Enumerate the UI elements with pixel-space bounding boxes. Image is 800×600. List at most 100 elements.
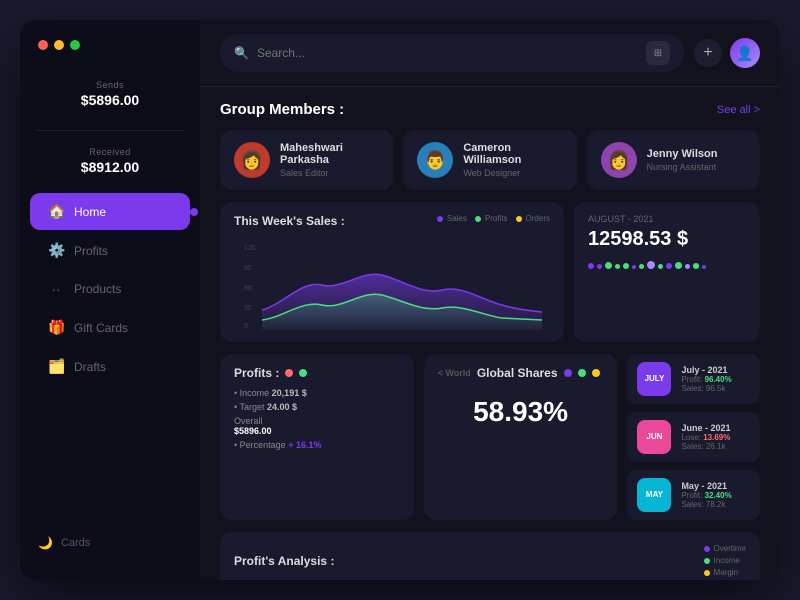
fullscreen-dot[interactable] [70, 40, 80, 50]
header: 🔍 ⊞ + 👤 [200, 20, 780, 87]
nav-items: 🏠 Home⚙️ Profits·· Products🎁 Gift Cards🗂… [20, 191, 200, 387]
charts-row: This Week's Sales : Sales Profits Orders… [220, 202, 760, 342]
sales-svg: 120 90 60 30 0 [234, 240, 550, 330]
sidebar-item-drafts[interactable]: 🗂️ Drafts [30, 348, 190, 385]
month-card-1: JUN June - 2021 Lose: 13.69% Sales: 26.1… [627, 412, 760, 462]
month-card-0: JULY July - 2021 Profit: 96.40% Sales: 9… [627, 354, 760, 404]
profit-item-pct: • Percentage + 16.1% [234, 440, 400, 450]
month-card-2: MAY May - 2021 Profit: 32.40% Sales: 78.… [627, 470, 760, 520]
month-abbr-1: JUN [646, 432, 662, 442]
add-button[interactable]: + [694, 39, 722, 67]
month-badge-2: MAY [637, 478, 671, 512]
member-role-2: Nursing Assistant [647, 162, 718, 172]
stat-dot-2 [605, 262, 612, 269]
profit-dot-green [299, 369, 307, 377]
stat-dot-11 [685, 264, 690, 269]
stat-dot-4 [623, 263, 629, 269]
svg-text:60: 60 [244, 285, 252, 292]
member-card-0: 👩 Maheshwari Parkasha Sales Editor [220, 130, 393, 190]
global-shares-title: < World Global Shares [438, 366, 604, 380]
sidebar-bottom: 🌙 Cards [20, 526, 200, 560]
month-badge-1: JUN [637, 420, 671, 454]
legend-item-sales: Sales [437, 214, 467, 223]
content-area: Group Members : See all > 👩 Maheshwari P… [200, 87, 780, 580]
svg-text:90: 90 [244, 265, 252, 272]
member-card-1: 👨 Cameron Williamson Web Designer [403, 130, 576, 190]
sidebar-item-profits[interactable]: ⚙️ Profits [30, 232, 190, 269]
member-avatar-1: 👨 [417, 142, 453, 178]
legend-item-profits: Profits [475, 214, 508, 223]
sidebar-cards-label: Cards [61, 537, 90, 549]
analysis-legend-overtime: Overtime [704, 544, 746, 553]
member-name-0: Maheshwari Parkasha [280, 142, 379, 166]
month-info-0: July - 2021 Profit: 96.40% Sales: 96.5k [681, 365, 750, 393]
legend-label: Sales [447, 214, 467, 223]
member-avatar-0: 👩 [234, 142, 270, 178]
stat-dot-10 [675, 262, 682, 269]
profit-overall: Overall$5896.00 [234, 416, 297, 436]
analysis-card: Profit's Analysis : Overtime Income Marg… [220, 532, 760, 580]
products-icon: ·· [48, 281, 64, 297]
month-abbr-0: JULY [645, 374, 665, 384]
avatar[interactable]: 👤 [730, 38, 760, 68]
month-info-2: May - 2021 Profit: 32.40% Sales: 78.2k [681, 481, 750, 509]
sidebar-item-label-gift-cards: Gift Cards [74, 321, 128, 335]
member-info-1: Cameron Williamson Web Designer [463, 142, 562, 178]
stat-dot-6 [639, 264, 644, 269]
analysis-legend-margin: Margin [704, 568, 746, 577]
close-dot[interactable] [38, 40, 48, 50]
member-info-2: Jenny Wilson Nursing Assistant [647, 148, 718, 172]
middle-row: Profits : • Income 20,191 $ • Target 24.… [220, 354, 760, 520]
sidebar-item-home[interactable]: 🏠 Home [30, 193, 190, 230]
stat-dot-0 [588, 263, 594, 269]
stat-dot-5 [632, 265, 636, 269]
legend-item-orders: Orders [516, 214, 550, 223]
search-bar: 🔍 ⊞ [220, 34, 684, 72]
minimize-dot[interactable] [54, 40, 64, 50]
profit-item-target: • Target 24.00 $ Overall$5896.00 [234, 402, 400, 436]
analysis-legend: Overtime Income Margin [704, 544, 746, 577]
profit-item-income: • Income 20,191 $ [234, 388, 400, 398]
received-stat: Received $8912.00 [20, 137, 200, 185]
profit-items: • Income 20,191 $ • Target 24.00 $ Overa… [234, 388, 400, 450]
chart-legend: Sales Profits Orders [437, 214, 550, 223]
member-role-1: Web Designer [463, 168, 562, 178]
analysis-title: Profit's Analysis : [234, 554, 334, 568]
grid-icon[interactable]: ⊞ [646, 41, 670, 65]
stat-dot-12 [693, 263, 699, 269]
month-year-2: May - 2021 [681, 481, 750, 491]
month-detail-2: Profit: 32.40% Sales: 78.2k [681, 491, 750, 509]
legend-label: Orders [526, 214, 550, 223]
member-name-1: Cameron Williamson [463, 142, 562, 166]
analysis-row: Profit's Analysis : Overtime Income Marg… [220, 532, 760, 580]
stat-dot-1 [597, 264, 602, 269]
sends-value: $5896.00 [20, 92, 200, 108]
sidebar-item-gift-cards[interactable]: 🎁 Gift Cards [30, 309, 190, 346]
legend-dot [516, 216, 522, 222]
gift-cards-icon: 🎁 [48, 319, 64, 336]
sidebar-item-products[interactable]: ·· Products [30, 271, 190, 307]
member-card-2: 👩 Jenny Wilson Nursing Assistant [587, 130, 760, 190]
member-role-0: Sales Editor [280, 168, 379, 178]
legend-dot [475, 216, 481, 222]
theme-icon[interactable]: 🌙 [38, 536, 53, 550]
month-detail-1: Lose: 13.69% Sales: 26.1k [681, 433, 750, 451]
month-year-1: June - 2021 [681, 423, 750, 433]
stats-date: AUGUST - 2021 [588, 214, 746, 224]
see-all-link[interactable]: See all > [717, 104, 760, 116]
month-year-0: July - 2021 [681, 365, 750, 375]
legend-label: Profits [485, 214, 508, 223]
stat-dot-7 [647, 261, 655, 269]
search-input[interactable] [257, 46, 638, 60]
members-row: 👩 Maheshwari Parkasha Sales Editor 👨 Cam… [220, 130, 760, 190]
sales-chart-card: This Week's Sales : Sales Profits Orders… [220, 202, 564, 342]
received-label: Received [20, 147, 200, 157]
global-shares-card: < World Global Shares 58.93% [424, 354, 618, 520]
stat-dot-13 [702, 265, 706, 269]
sidebar-divider-1 [36, 130, 184, 131]
stat-dot-9 [666, 263, 672, 269]
profits-icon: ⚙️ [48, 242, 64, 259]
month-abbr-2: MAY [646, 490, 663, 500]
sends-stat: Sends $5896.00 [20, 70, 200, 118]
sidebar: Sends $5896.00 Received $8912.00 🏠 Home⚙… [20, 20, 200, 580]
